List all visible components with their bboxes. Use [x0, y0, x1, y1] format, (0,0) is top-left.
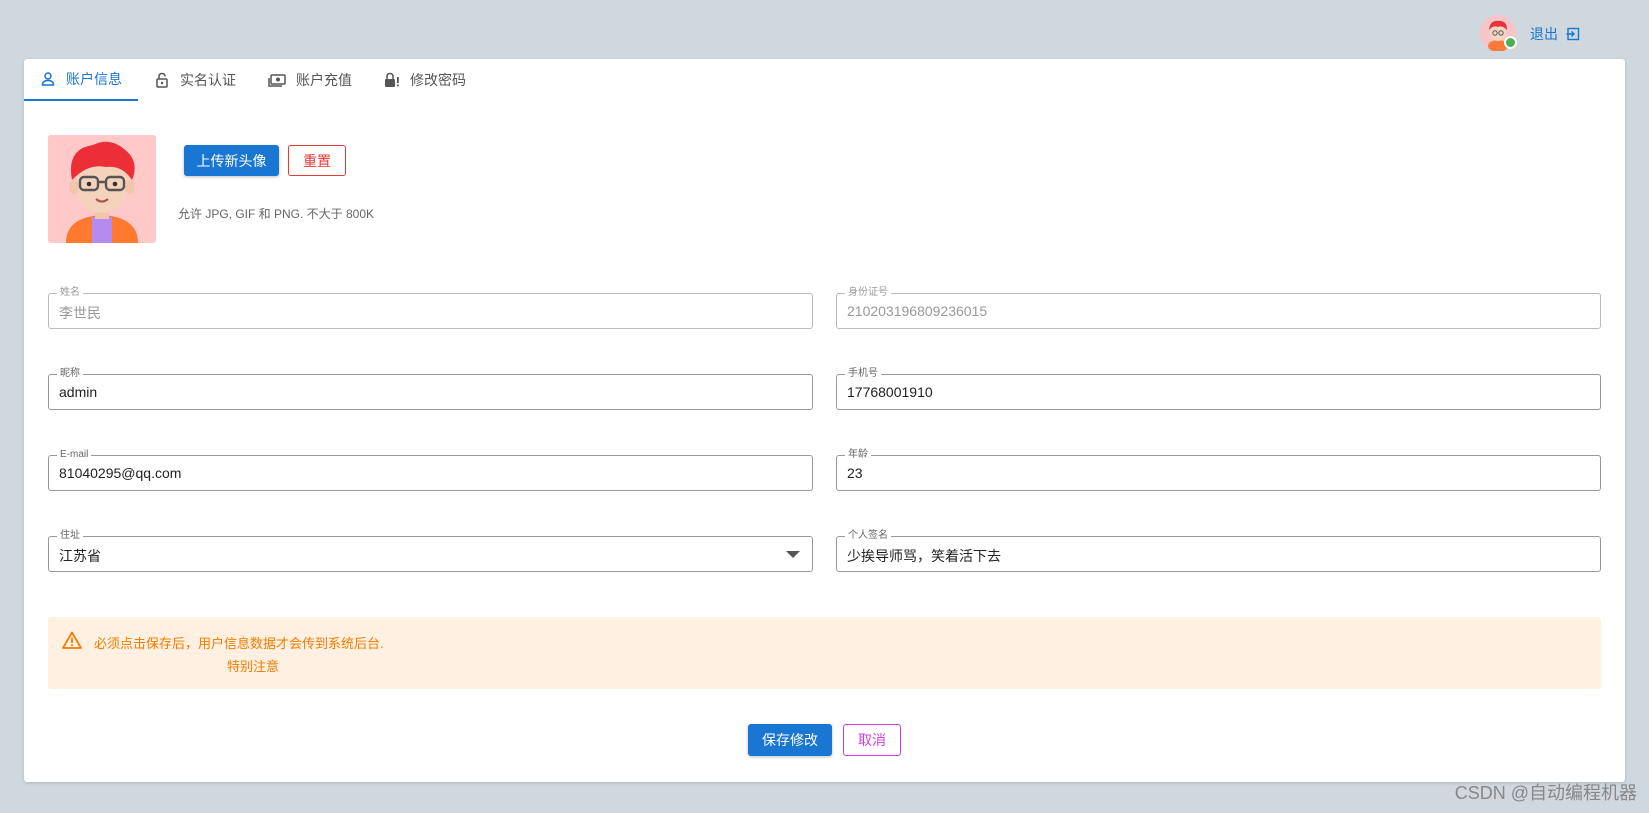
warning-icon: [62, 631, 82, 649]
cash-icon: [268, 74, 286, 87]
tab-label: 修改密码: [410, 72, 466, 88]
address-label: 住址: [57, 530, 83, 542]
online-status-dot: [1504, 36, 1517, 49]
caret-down-icon[interactable]: [786, 551, 800, 558]
tab-label: 账户信息: [66, 71, 122, 87]
tab-change-password[interactable]: 修改密码: [368, 59, 482, 101]
tab-bar: 账户信息 实名认证 账户充值 修改密码: [24, 59, 482, 101]
nickname-field[interactable]: 昵称 admin: [48, 368, 813, 410]
signature-value: 少挨导师骂，笑着活下去: [847, 548, 1001, 564]
email-label: E-mail: [57, 449, 92, 461]
profile-avatar: [48, 135, 156, 243]
phone-field[interactable]: 手机号 17768001910: [836, 368, 1601, 410]
user-avatar[interactable]: [1480, 15, 1517, 52]
name-field[interactable]: 姓名 李世民: [48, 287, 813, 329]
watermark: CSDN @自动编程机器: [1454, 783, 1637, 803]
avatar-upload-hint: 允许 JPG, GIF 和 PNG. 不大于 800K: [178, 207, 375, 221]
name-label: 姓名: [57, 287, 83, 299]
nickname-label: 昵称: [57, 368, 83, 380]
tab-label: 账户充值: [296, 72, 352, 88]
account-settings-card: 账户信息 实名认证 账户充值 修改密码 上传新头像 重置 允许 JPG, GIF…: [24, 59, 1625, 782]
id-number-value: 210203196809236015: [847, 303, 988, 319]
tab-recharge[interactable]: 账户充值: [252, 59, 368, 101]
email-field[interactable]: E-mail 81040295@qq.com: [48, 449, 813, 491]
tab-account-info[interactable]: 账户信息: [24, 59, 138, 101]
alert-message: 必须点击保存后，用户信息数据才会传到系统后台.: [94, 636, 384, 651]
age-label: 年龄: [845, 449, 871, 461]
age-value: 23: [847, 465, 863, 481]
email-value: 81040295@qq.com: [59, 465, 182, 481]
address-value: 江苏省: [59, 548, 101, 564]
name-value: 李世民: [59, 305, 101, 321]
logout-label: 退出: [1530, 26, 1558, 42]
nickname-value: admin: [59, 384, 98, 400]
tab-label: 实名认证: [180, 72, 236, 88]
id-number-label: 身份证号: [845, 287, 891, 299]
phone-value: 17768001910: [847, 384, 933, 400]
id-number-field[interactable]: 身份证号 210203196809236015: [836, 287, 1601, 329]
lock-alert-icon: [385, 72, 399, 87]
person-icon: [41, 72, 55, 86]
phone-label: 手机号: [845, 368, 881, 380]
save-button[interactable]: 保存修改: [748, 724, 832, 756]
upload-avatar-button[interactable]: 上传新头像: [184, 145, 279, 176]
reset-avatar-button[interactable]: 重置: [288, 145, 346, 176]
signature-label: 个人签名: [845, 530, 891, 542]
logout-icon: [1566, 27, 1580, 41]
signature-field[interactable]: 个人签名 少挨导师骂，笑着活下去: [836, 530, 1601, 572]
cancel-button[interactable]: 取消: [843, 724, 901, 756]
avatar-illustration: [48, 135, 156, 243]
lock-open-icon: [156, 72, 168, 88]
logout-button[interactable]: 退出: [1530, 24, 1580, 44]
warning-alert: 必须点击保存后，用户信息数据才会传到系统后台. 特别注意: [48, 617, 1601, 689]
alert-note: 特别注意: [227, 659, 280, 674]
address-select[interactable]: 住址 江苏省: [48, 530, 813, 572]
age-field[interactable]: 年龄 23: [836, 449, 1601, 491]
tab-verification[interactable]: 实名认证: [138, 59, 252, 101]
